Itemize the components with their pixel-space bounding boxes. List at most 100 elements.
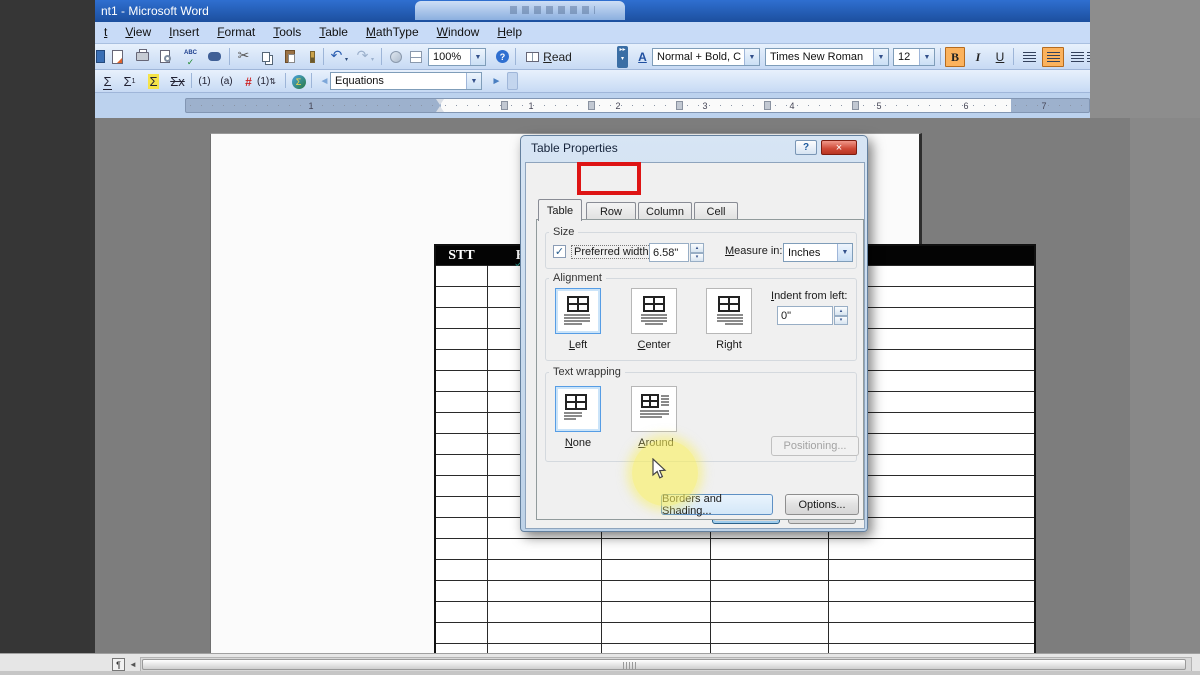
wrap-none-option[interactable] [555,386,601,432]
align-right-option[interactable] [706,288,752,334]
sharp-icon[interactable]: # [239,72,258,91]
table-cell[interactable] [602,539,711,560]
sigma-underline-icon[interactable]: Σ [98,72,117,91]
browse-object-icon[interactable]: ¶ [112,658,125,671]
font-size-select[interactable]: 12 ▼ [893,48,935,66]
table-cell[interactable] [436,539,488,560]
undo-dropdown-icon[interactable]: ▾ [342,50,351,69]
italic-button[interactable]: I [968,47,988,67]
spelling-icon[interactable]: ABC✓ [181,46,200,65]
underline-button[interactable]: U [990,47,1010,67]
table-cell[interactable] [711,539,829,560]
style-select[interactable]: Normal + Bold, C ▼ [652,48,760,66]
table-cell[interactable] [436,602,488,623]
table-cell[interactable] [488,560,602,581]
menu-tools[interactable]: Tools [264,22,310,43]
table-cell[interactable] [436,371,488,392]
menu-mathtype[interactable]: MathType [357,22,428,43]
ruler-column-marker[interactable] [501,101,508,110]
close-icon[interactable]: × [821,140,857,155]
table-cell[interactable] [436,476,488,497]
table-cell[interactable] [436,413,488,434]
equation-number-icon[interactable]: (1) [195,72,214,91]
tables-borders-icon[interactable] [406,47,425,66]
print-icon[interactable] [133,47,152,66]
styles-icon[interactable]: A [633,47,652,66]
zoom-select[interactable]: 100% ▼ [428,48,486,66]
redo-dropdown-icon[interactable]: ▾ [368,50,377,69]
table-cell[interactable] [711,623,829,644]
table-cell[interactable] [488,581,602,602]
align-center-button[interactable] [1042,47,1064,67]
scroll-left-icon[interactable]: ◄ [129,660,137,669]
menu-help[interactable]: Help [488,22,531,43]
research-icon[interactable] [205,47,224,66]
document-icon[interactable] [108,47,127,66]
table-cell[interactable] [711,581,829,602]
cut-icon[interactable]: ✂ [234,46,253,65]
hyperlink-icon[interactable] [386,47,405,66]
measure-in-select[interactable]: Inches ▼ [783,243,853,262]
sigma-one-icon[interactable]: Σ1 [120,72,139,91]
preferred-width-spinner[interactable]: ▴▾ [690,243,704,262]
preferred-width-checkbox[interactable]: ✓ [553,245,566,258]
menu-t[interactable]: t [95,22,116,43]
renumber-icon[interactable]: (1)⇅ [257,72,276,91]
indent-input[interactable]: 0" [777,306,833,325]
menu-table[interactable]: Table [310,22,357,43]
next-equation-icon[interactable]: ► [487,72,506,91]
format-painter-icon[interactable] [303,47,322,66]
preferred-width-input[interactable]: 6.58" [649,243,689,262]
table-cell[interactable] [436,497,488,518]
table-cell[interactable] [436,350,488,371]
sigma-x-icon[interactable]: Σx [168,72,187,91]
mathtype-web-icon[interactable]: Σ [289,72,308,91]
table-cell[interactable] [436,434,488,455]
table-cell[interactable] [829,623,1034,644]
equation-letter-icon[interactable]: (a) [217,72,236,91]
table-cell[interactable] [436,560,488,581]
table-cell[interactable] [711,602,829,623]
menu-format[interactable]: Format [208,22,264,43]
sigma-highlight-icon[interactable]: Σ [144,72,163,91]
toolbar-grip-icon[interactable] [507,72,518,90]
table-cell[interactable] [436,287,488,308]
table-cell[interactable] [829,539,1034,560]
align-center-option[interactable] [631,288,677,334]
paste-icon[interactable] [280,47,299,66]
menu-view[interactable]: View [116,22,160,43]
table-cell[interactable] [436,308,488,329]
table-cell[interactable] [488,602,602,623]
tab-table[interactable]: Table [538,199,582,221]
table-header-cell[interactable]: STT [436,246,488,266]
table-cell[interactable] [829,581,1034,602]
scrollbar-track[interactable] [140,657,1192,672]
table-cell[interactable] [488,539,602,560]
toolbar-options-icon[interactable]: ▸▸▾ [617,46,628,68]
table-cell[interactable] [436,455,488,476]
font-select[interactable]: Times New Roman ▼ [765,48,889,66]
table-cell[interactable] [436,392,488,413]
table-cell[interactable] [829,602,1034,623]
table-cell[interactable] [602,560,711,581]
table-cell[interactable] [602,623,711,644]
bold-button[interactable]: B [945,47,965,67]
dialog-help-button[interactable]: ? [795,140,817,155]
table-cell[interactable] [711,560,829,581]
align-left-button[interactable] [1018,47,1040,67]
scrollbar-thumb[interactable] [142,659,1186,670]
table-cell[interactable] [436,329,488,350]
first-line-indent-marker[interactable] [436,99,445,112]
ruler-column-marker[interactable] [676,101,683,110]
copy-icon[interactable] [256,47,275,66]
indent-spinner[interactable]: ▴▾ [834,306,848,325]
read-button[interactable]: Read [521,47,577,67]
ruler-column-marker[interactable] [588,101,595,110]
print-preview-icon[interactable] [155,47,174,66]
table-cell[interactable] [436,581,488,602]
table-cell[interactable] [488,623,602,644]
positioning-button[interactable]: Positioning... [771,436,859,456]
wrap-around-option[interactable] [631,386,677,432]
menu-insert[interactable]: Insert [160,22,208,43]
align-left-option[interactable] [555,288,601,334]
